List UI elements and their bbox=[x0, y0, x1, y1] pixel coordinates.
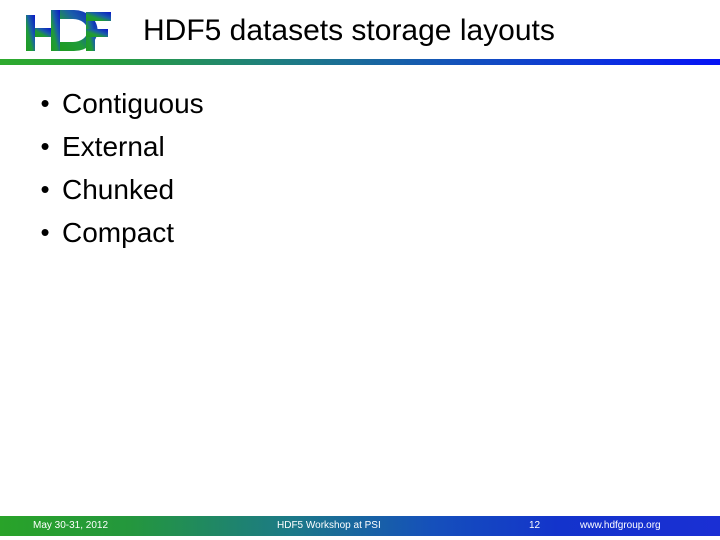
footer-event-name: HDF5 Workshop at PSI bbox=[277, 520, 381, 531]
hdf-logo-icon bbox=[24, 8, 112, 54]
list-item-label: Compact bbox=[62, 217, 175, 248]
page-title: HDF5 datasets storage layouts bbox=[143, 14, 555, 47]
footer-date: May 30-31, 2012 bbox=[33, 520, 109, 531]
list-item: • Contiguous bbox=[32, 82, 204, 125]
bullet-icon: • bbox=[40, 174, 50, 204]
bullet-icon: • bbox=[40, 88, 50, 118]
storage-layouts-list: • Contiguous • External • Chunked • Comp… bbox=[32, 82, 204, 254]
header-divider bbox=[0, 59, 720, 65]
list-item-label: External bbox=[62, 131, 165, 162]
slide: HDF5 datasets storage layouts • Contiguo… bbox=[0, 0, 720, 540]
list-item: • External bbox=[32, 125, 204, 168]
slide-header: HDF5 datasets storage layouts bbox=[0, 0, 720, 60]
footer-page-number: 12 bbox=[529, 520, 541, 531]
list-item-label: Chunked bbox=[62, 174, 175, 205]
list-item-label: Contiguous bbox=[62, 88, 204, 119]
slide-content: • Contiguous • External • Chunked • Comp… bbox=[0, 70, 720, 510]
footer-url: www.hdfgroup.org bbox=[580, 520, 661, 531]
list-item: • Chunked bbox=[32, 168, 204, 211]
bullet-icon: • bbox=[40, 217, 50, 247]
bullet-icon: • bbox=[40, 131, 50, 161]
list-item: • Compact bbox=[32, 211, 204, 254]
